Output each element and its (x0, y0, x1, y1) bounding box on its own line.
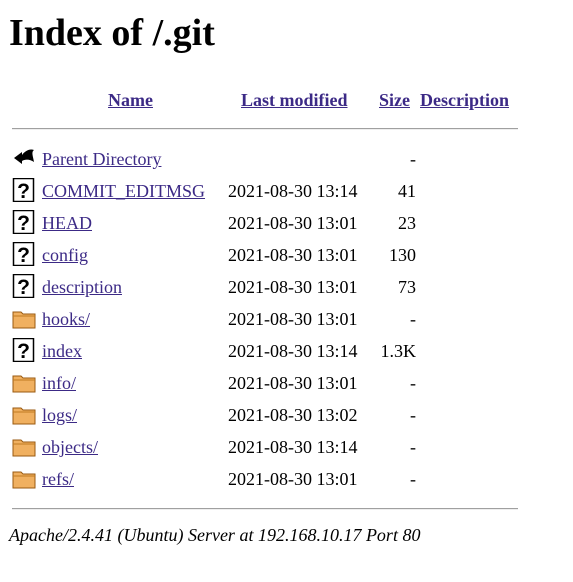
entry-size: 73 (398, 277, 416, 297)
svg-text:?: ? (17, 244, 30, 266)
list-item: info/2021-08-30 13:01 - (0, 367, 573, 399)
page-title: Index of /.git (9, 12, 215, 54)
entry-link[interactable]: COMMIT_EDITMSG (42, 179, 205, 203)
list-item: hooks/2021-08-30 13:01 - (0, 303, 573, 335)
entry-size: 1.3K (380, 341, 417, 361)
entry-size: - (410, 373, 416, 393)
entry-last-modified: 2021-08-30 13:14 (228, 437, 358, 457)
unknown-file-icon: ? (12, 337, 36, 363)
entry-last-modified: 2021-08-30 13:01 (228, 309, 358, 329)
entry-last-modified: 2021-08-30 13:14 (228, 181, 358, 201)
list-item: ? HEAD 2021-08-30 13:01 23 (0, 207, 573, 239)
entry-link[interactable]: description (42, 275, 122, 299)
unknown-file-icon: ? (12, 177, 36, 203)
entry-link[interactable]: logs/ (42, 403, 77, 427)
directory-listing-page: Index of /.git Name Last modified Size D… (0, 0, 573, 582)
list-item: Parent Directory - (0, 143, 573, 175)
list-item: objects/2021-08-30 13:14 - (0, 431, 573, 463)
list-item: ? config 2021-08-30 13:01 130 (0, 239, 573, 271)
entry-link[interactable]: info/ (42, 371, 76, 395)
unknown-file-icon: ? (12, 209, 36, 235)
entry-link[interactable]: Parent Directory (42, 147, 161, 171)
list-item: logs/2021-08-30 13:02 - (0, 399, 573, 431)
back-arrow-icon (12, 146, 36, 170)
entry-last-modified: 2021-08-30 13:01 (228, 213, 358, 233)
entry-link[interactable]: index (42, 339, 82, 363)
entry-size: - (410, 437, 416, 457)
entry-size: - (410, 149, 416, 169)
footer-divider (12, 508, 518, 510)
list-item: ? description 2021-08-30 13:01 73 (0, 271, 573, 303)
entry-last-modified: 2021-08-30 13:01 (228, 245, 358, 265)
entry-size: 23 (398, 213, 416, 233)
entry-size: - (410, 469, 416, 489)
entry-size: - (410, 405, 416, 425)
entry-size: 41 (398, 181, 416, 201)
list-item: refs/2021-08-30 13:01 - (0, 463, 573, 495)
entry-last-modified: 2021-08-30 13:02 (228, 405, 358, 425)
folder-icon (12, 434, 36, 458)
list-item: ? index 2021-08-30 13:14 1.3K (0, 335, 573, 367)
svg-text:?: ? (17, 180, 30, 202)
entry-last-modified: 2021-08-30 13:01 (228, 277, 358, 297)
entry-size: 130 (389, 245, 416, 265)
column-header-last-modified[interactable]: Last modified (241, 88, 348, 112)
entry-last-modified: 2021-08-30 13:01 (228, 373, 358, 393)
entry-link[interactable]: objects/ (42, 435, 98, 459)
list-item: ? COMMIT_EDITMSG 2021-08-30 13:14 41 (0, 175, 573, 207)
entry-link[interactable]: refs/ (42, 467, 74, 491)
column-header-size[interactable]: Size (379, 88, 410, 112)
entry-last-modified: 2021-08-30 13:01 (228, 469, 358, 489)
column-header-description[interactable]: Description (420, 88, 509, 112)
unknown-file-icon: ? (12, 273, 36, 299)
header-divider (12, 128, 518, 130)
folder-icon (12, 370, 36, 394)
unknown-file-icon: ? (12, 241, 36, 267)
server-signature: Apache/2.4.41 (Ubuntu) Server at 192.168… (9, 525, 421, 545)
column-header-name[interactable]: Name (108, 88, 153, 112)
entry-link[interactable]: config (42, 243, 88, 267)
entry-size: - (410, 309, 416, 329)
svg-text:?: ? (17, 276, 30, 298)
svg-text:?: ? (17, 212, 30, 234)
svg-text:?: ? (17, 340, 30, 362)
folder-icon (12, 306, 36, 330)
entry-link[interactable]: hooks/ (42, 307, 90, 331)
folder-icon (12, 466, 36, 490)
folder-icon (12, 402, 36, 426)
entry-last-modified: 2021-08-30 13:14 (228, 341, 358, 361)
entry-link[interactable]: HEAD (42, 211, 92, 235)
